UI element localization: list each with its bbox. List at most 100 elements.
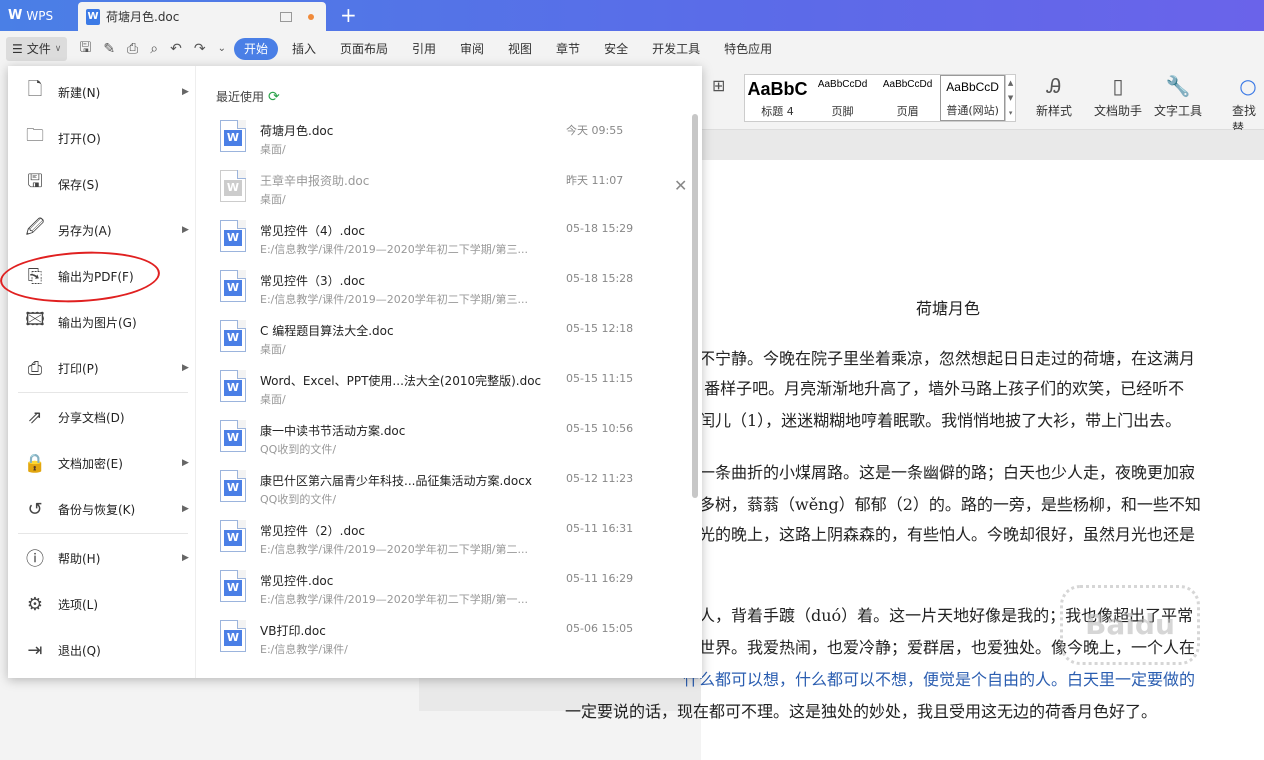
- word-doc-icon: W: [220, 320, 246, 352]
- chevron-right-icon: ▶: [182, 553, 189, 563]
- file-name: 常见控件.doc: [260, 574, 334, 588]
- remove-item-close-icon[interactable]: ✕: [674, 176, 687, 195]
- recent-file-item[interactable]: W C 编程题目算法大全.doc 桌面/ 05-15 12:18: [220, 316, 640, 366]
- file-path: QQ收到的文件/: [260, 443, 337, 456]
- menu-item-options[interactable]: ⚙ 选项(L): [8, 584, 196, 624]
- style-footer[interactable]: AaBbCcDd 页脚: [810, 75, 875, 121]
- file-name: 王章辛申报资助.doc: [260, 174, 370, 188]
- tab-references[interactable]: 引用: [400, 38, 448, 60]
- new-style-button[interactable]: Ꭿ 新样式: [1036, 74, 1072, 119]
- recent-files-panel: 最近使用 ⟳ W 荷塘月色.doc 桌面/ 今天 09:55 W 王章辛申报资助…: [196, 66, 702, 678]
- style-sample: AaBbCcDd: [817, 79, 868, 90]
- new-style-label: 新样式: [1036, 104, 1073, 118]
- doc-assistant-icon: ▯: [1112, 74, 1124, 98]
- doc-line: 一 番样子吧。月亮渐渐地升高了，墙外马路上孩子们的欢笑，已经听不: [683, 379, 1185, 398]
- wrench-icon: 🔧: [1165, 74, 1191, 98]
- chevron-right-icon: ▶: [182, 504, 189, 514]
- menu-item-save-as[interactable]: 🖉 另存为(A) ▶: [8, 210, 196, 250]
- menu-item-label: 新建(N): [58, 85, 101, 100]
- doc-line: 颇不宁静。今晚在院子里坐着乘凉，忽然想起日日走过的荷塘，在这满月: [683, 349, 1196, 368]
- chevron-down-icon[interactable]: ▼: [1008, 94, 1013, 102]
- save-icon[interactable]: 🖫: [79, 37, 91, 61]
- file-name: 常见控件（4）.doc: [260, 224, 366, 238]
- file-path: E:/信息教学/课件/: [260, 643, 348, 656]
- recent-file-item[interactable]: W 常见控件（4）.doc E:/信息教学/课件/2019—2020学年初二下学…: [220, 216, 640, 266]
- tab-home[interactable]: 开始: [233, 37, 278, 60]
- recent-file-item[interactable]: W 康巴什区第六届青少年科技...品征集活动方案.docx QQ收到的文件/ 0…: [220, 466, 640, 516]
- menu-item-save[interactable]: 🖫 保存(S): [8, 164, 196, 204]
- recent-file-item[interactable]: W 常见控件（3）.doc E:/信息教学/课件/2019—2020学年初二下学…: [220, 266, 640, 316]
- file-name: 荷塘月色.doc: [260, 124, 334, 138]
- tab-page-layout[interactable]: 页面布局: [328, 38, 400, 60]
- tab-security[interactable]: 安全: [592, 38, 640, 60]
- file-time: 05-15 11:15: [566, 372, 634, 385]
- baidu-watermark: Baidu: [1060, 585, 1200, 665]
- customize-toolbar-icon[interactable]: ⌄: [218, 43, 226, 54]
- recent-file-item[interactable]: W 康一中读书节活动方案.doc QQ收到的文件/ 05-15 10:56: [220, 416, 640, 466]
- paragraph-settings-icon[interactable]: ⊞: [712, 76, 725, 95]
- tab-developer[interactable]: 开发工具: [640, 38, 712, 60]
- gallery-scroll[interactable]: ▲ ▼ ▾: [1005, 75, 1015, 121]
- tab-special-features[interactable]: 特色应用: [712, 38, 784, 60]
- file-time: 05-15 12:18: [566, 322, 634, 335]
- undo-icon[interactable]: ↶: [170, 41, 182, 57]
- tab-view[interactable]: 视图: [496, 38, 544, 60]
- print-preview-icon[interactable]: ⌕: [150, 41, 158, 57]
- expand-gallery-icon[interactable]: ▾: [1009, 109, 1013, 117]
- style-normal-web[interactable]: AaBbCcD 普通(网站): [940, 75, 1006, 121]
- find-replace-button[interactable]: ○ 查找替: [1232, 74, 1264, 136]
- menu-item-backup[interactable]: ↺ 备份与恢复(K) ▶: [8, 489, 196, 529]
- style-header[interactable]: AaBbCcDd 页眉: [875, 75, 940, 121]
- file-time: 05-11 16:31: [566, 522, 634, 535]
- file-time: 今天 09:55: [566, 124, 624, 137]
- print-icon[interactable]: ⎙: [127, 41, 138, 57]
- chevron-up-icon[interactable]: ▲: [1008, 79, 1013, 87]
- menu-item-label: 另存为(A): [58, 223, 112, 238]
- printer-icon: ⎙: [27, 357, 43, 379]
- recent-scrollbar[interactable]: [692, 114, 698, 498]
- text-tools-label: 文字工具: [1154, 104, 1203, 118]
- redo-icon[interactable]: ↷: [194, 41, 206, 57]
- recent-file-item[interactable]: W 荷塘月色.doc 桌面/ 今天 09:55: [220, 116, 640, 166]
- text-tools-button[interactable]: 🔧 文字工具: [1154, 74, 1202, 119]
- recent-title-label: 最近使用: [216, 90, 265, 104]
- menu-item-encrypt[interactable]: 🔒 文档加密(E) ▶: [8, 443, 196, 483]
- menu-item-help[interactable]: ⓘ 帮助(H) ▶: [8, 538, 196, 578]
- refresh-icon[interactable]: ⟳: [268, 89, 280, 105]
- format-painter-icon[interactable]: ✎: [103, 41, 115, 57]
- file-path: 桌面/: [260, 343, 286, 356]
- recent-file-item[interactable]: W 常见控件（2）.doc E:/信息教学/课件/2019—2020学年初二下学…: [220, 516, 640, 566]
- menu-item-new[interactable]: 🗋 新建(N) ▶: [8, 72, 196, 112]
- menu-item-exit[interactable]: ⇥ 退出(Q): [8, 630, 196, 670]
- menu-item-print[interactable]: ⎙ 打印(P) ▶: [8, 348, 196, 388]
- recent-file-item[interactable]: W Word、Excel、PPT使用...法大全(2010完整版).doc 桌面…: [220, 366, 640, 416]
- file-path: QQ收到的文件/: [260, 493, 337, 506]
- doc-assistant-button[interactable]: ▯ 文档助手: [1094, 74, 1142, 119]
- recent-file-item[interactable]: W 常见控件.doc E:/信息教学/课件/2019—2020学年初二下学期/第…: [220, 566, 640, 616]
- menu-item-share[interactable]: ⇗ 分享文档(D): [8, 397, 196, 437]
- wps-home-tab[interactable]: W WPS: [0, 0, 76, 31]
- recent-file-item[interactable]: W VB打印.doc E:/信息教学/课件/ 05-06 15:05: [220, 616, 640, 666]
- tab-review[interactable]: 审阅: [448, 38, 496, 60]
- file-menu-button[interactable]: ☰ 文件 ∨: [6, 36, 68, 61]
- menu-item-open[interactable]: 🗀 打开(O): [8, 118, 196, 158]
- new-tab-button[interactable]: +: [340, 3, 357, 27]
- tab-section[interactable]: 章节: [544, 38, 592, 60]
- document-tab[interactable]: W 荷塘月色.doc: [78, 2, 326, 31]
- menu-item-export-image[interactable]: 🖾 输出为图片(G): [8, 302, 196, 342]
- document-page[interactable]: 荷塘月色 颇不宁静。今晚在院子里坐着乘凉，忽然想起日日走过的荷塘，在这满月 一 …: [565, 160, 1264, 760]
- file-name: VB打印.doc: [260, 624, 326, 638]
- file-name: C 编程题目算法大全.doc: [260, 324, 394, 338]
- unsaved-dot-icon: [308, 13, 314, 20]
- word-doc-icon: W: [220, 470, 246, 502]
- recent-file-item[interactable]: W 王章辛申报资助.doc 桌面/ 昨天 11:07: [220, 166, 640, 216]
- tab-insert[interactable]: 插入: [280, 38, 328, 60]
- search-icon: ○: [1239, 74, 1257, 98]
- recent-title: 最近使用 ⟳: [216, 88, 280, 105]
- restore-window-icon[interactable]: [280, 11, 292, 22]
- word-doc-icon: W: [220, 520, 246, 552]
- wps-logo-icon: W: [8, 8, 23, 23]
- style-heading-4[interactable]: AaBbC 标题 4: [745, 75, 810, 121]
- image-export-icon: 🖾: [25, 309, 45, 330]
- word-doc-icon: W: [220, 620, 246, 652]
